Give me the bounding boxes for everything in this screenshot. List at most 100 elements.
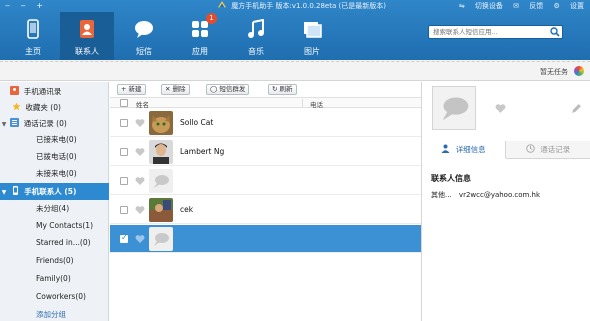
favorite-heart-icon[interactable]	[495, 103, 506, 114]
contact-name: cek	[180, 205, 194, 214]
contacts-icon	[80, 20, 94, 38]
nav-apps-label: 应用	[192, 47, 208, 56]
sidebar-item-missed-calls[interactable]: 未接来电(0)	[0, 165, 109, 182]
sidebar-item-friends[interactable]: Friends(0)	[0, 252, 109, 269]
nav-contacts[interactable]: 联系人	[60, 12, 114, 60]
top-toolbar: ‒ ‒ + 魔方手机助手 版本:v1.0.0.28eta (已是最新版本) ⇋ …	[0, 0, 590, 60]
contact-info-title: 联系人信息	[431, 174, 471, 183]
phone-icon	[27, 19, 39, 39]
nav-home-label: 主页	[25, 47, 41, 56]
music-icon	[248, 19, 264, 38]
avatar	[149, 198, 173, 222]
row-checkbox[interactable]	[120, 206, 128, 214]
chat-icon	[135, 21, 153, 38]
sidebar-item-family[interactable]: Family(0)	[0, 270, 109, 287]
sidebar-item-received-calls[interactable]: 已接来电(0)	[0, 131, 109, 148]
sidebar-item-phone-contacts[interactable]: ▼ 手机联系人 (5)	[0, 183, 109, 200]
contact-photo-icon[interactable]	[432, 86, 476, 130]
sidebar-item-label: 未分组(4)	[36, 204, 70, 213]
edit-pencil-icon[interactable]	[571, 103, 582, 114]
contacts-sidebar: 手机通讯录 收藏夹 (0) ▼ 通话记录 (0) 已接来电(0) 已拨电话(0)…	[0, 82, 109, 321]
new-contact-button[interactable]: + 新建	[117, 84, 146, 95]
heart-icon[interactable]	[135, 118, 145, 128]
select-all-checkbox[interactable]	[120, 99, 128, 107]
window-controls[interactable]: ‒ ‒ +	[5, 1, 47, 10]
sidebar-item-starred[interactable]: Starred in...(0)	[0, 234, 109, 251]
avatar	[149, 140, 173, 164]
table-row[interactable]: Sollo Cat	[110, 109, 421, 137]
settings-label: 设置	[570, 2, 584, 10]
heart-icon[interactable]	[135, 205, 145, 215]
switch-device-button[interactable]: ⇋ 切换设备	[459, 2, 503, 10]
table-row-selected[interactable]	[110, 225, 421, 253]
group-sms-button[interactable]: ◯ 短信群发	[206, 84, 250, 95]
nav-home[interactable]: 主页	[6, 12, 60, 60]
phone-column-header[interactable]: 电话	[310, 99, 323, 109]
sidebar-item-ungrouped[interactable]: 未分组(4)	[0, 200, 109, 217]
tab-details-label: 详细信息	[455, 145, 486, 154]
sidebar-item-phonebook[interactable]: 手机通讯录	[0, 83, 109, 100]
refresh-label: 刷新	[279, 85, 293, 93]
table-row[interactable]: cek	[110, 196, 421, 224]
star-icon	[12, 102, 21, 111]
tab-details[interactable]: 详细信息	[422, 141, 506, 159]
other-label: 其他...	[431, 191, 452, 199]
nav-sms[interactable]: 短信	[117, 12, 171, 60]
add-group-link[interactable]: 添加分组	[0, 306, 109, 321]
sidebar-item-label: 收藏夹 (0)	[25, 103, 61, 112]
heart-icon[interactable]	[135, 234, 145, 244]
nav-apps[interactable]: 1 应用	[173, 12, 227, 60]
table-row[interactable]	[110, 167, 421, 195]
row-checkbox[interactable]	[120, 177, 128, 185]
app-title: 魔方手机助手 版本:v1.0.0.28eta (已是最新版本)	[218, 1, 386, 11]
heart-icon[interactable]	[135, 176, 145, 186]
sidebar-item-coworkers[interactable]: Coworkers(0)	[0, 288, 109, 305]
table-row[interactable]: Lambert Ng	[110, 138, 421, 166]
settings-button[interactable]: ⚙ 设置	[553, 2, 584, 10]
sidebar-item-favorites[interactable]: 收藏夹 (0)	[0, 99, 109, 116]
email-value[interactable]: vr2wcc@yahoo.com.hk	[459, 191, 540, 199]
search-box	[428, 25, 563, 39]
tab-call-history[interactable]: 通话记录	[506, 141, 590, 159]
refresh-button[interactable]: ↻ 刷新	[268, 84, 297, 95]
sidebar-item-dialed-calls[interactable]: 已拨电话(0)	[0, 148, 109, 165]
title-bar: ‒ ‒ + 魔方手机助手 版本:v1.0.0.28eta (已是最新版本) ⇋ …	[0, 0, 590, 12]
sidebar-item-call-log[interactable]: ▼ 通话记录 (0)	[0, 115, 109, 132]
skin-color-icon[interactable]	[574, 66, 584, 76]
name-column-header[interactable]: 姓名	[136, 99, 149, 109]
nav-sms-label: 短信	[136, 47, 152, 56]
sidebar-item-label: Friends(0)	[36, 256, 74, 265]
sidebar-item-label: 已拨电话(0)	[36, 152, 77, 161]
sidebar-item-label: Starred in...(0)	[36, 238, 91, 247]
nav-music-label: 音乐	[248, 47, 264, 56]
sidebar-item-label: My Contacts(1)	[36, 221, 94, 230]
search-icon[interactable]	[550, 27, 560, 37]
apps-badge: 1	[206, 13, 217, 24]
sidebar-item-label: 通话记录 (0)	[23, 119, 67, 128]
refresh-icon: ↻	[272, 85, 278, 93]
sidebar-item-label: Coworkers(0)	[36, 292, 86, 301]
contact-name: Sollo Cat	[180, 118, 214, 127]
app-title-text: 魔方手机助手 版本:v1.0.0.28eta (已是最新版本)	[231, 2, 386, 10]
collapse-arrow-icon[interactable]: ▼	[0, 184, 8, 201]
detail-tabs: 详细信息 通话记录	[422, 141, 590, 159]
nav-contacts-label: 联系人	[75, 47, 99, 56]
delete-button[interactable]: ✕ 删除	[161, 84, 190, 95]
feedback-button[interactable]: ✉ 反馈	[513, 2, 543, 10]
row-checkbox[interactable]	[120, 119, 128, 127]
row-checkbox[interactable]	[120, 233, 128, 243]
email-row: 其他... vr2wcc@yahoo.com.hk	[431, 190, 540, 200]
default-avatar-icon	[149, 169, 173, 193]
sidebar-item-my-contacts[interactable]: My Contacts(1)	[0, 217, 109, 234]
nav-pictures[interactable]: 图片	[285, 12, 339, 60]
list-header: 姓名 电话	[110, 97, 421, 109]
heart-icon[interactable]	[135, 147, 145, 157]
avatar	[149, 111, 173, 135]
nav-music[interactable]: 音乐	[229, 12, 283, 60]
search-input[interactable]	[429, 26, 547, 38]
tab-call-history-label: 通话记录	[540, 145, 571, 154]
row-checkbox[interactable]	[120, 148, 128, 156]
contact-detail-panel: 详细信息 通话记录 联系人信息 其他... vr2wcc@yahoo.com.h…	[421, 82, 590, 321]
tasks-status[interactable]: 暂无任务	[540, 67, 568, 77]
sidebar-item-label: Family(0)	[36, 274, 71, 283]
